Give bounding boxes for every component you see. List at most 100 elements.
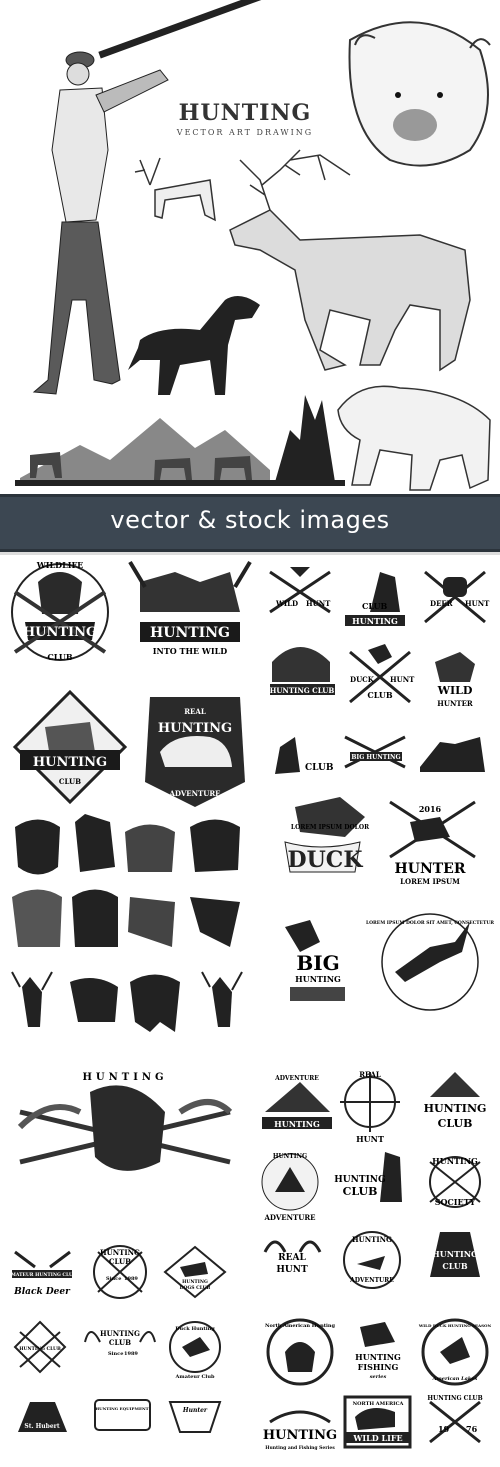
s3-duck-lorem: LOREM IPSUM DOLOR <box>291 824 370 831</box>
s2-label-9: CLUB <box>367 690 393 700</box>
s2-label-1: HUNT <box>306 599 331 608</box>
s4-label-5: CLUB <box>438 1117 473 1130</box>
s4-label-4: HUNTING <box>424 1102 487 1115</box>
s6-label-10: HUNTING CLUB <box>427 1395 482 1402</box>
bear-head-drawing <box>348 21 491 167</box>
badge4-real: REAL <box>184 707 206 716</box>
logo-deer-circle: LOREM IPSUM DOLOR SIT AMET, CONSECTETUR <box>366 913 494 1011</box>
s5-label-5: 1989 <box>124 1276 138 1282</box>
s6-label-0: North American Hunting <box>265 1323 336 1329</box>
logo-hunter-2016: 2016 HUNTER LOREM IPSUM <box>389 800 476 886</box>
leopard-head-icon <box>12 889 62 947</box>
polar-bear-drawing <box>337 385 491 491</box>
logo-north-american-hunting: North American Hunting <box>265 1318 336 1386</box>
s4-label-6: HUNTING <box>273 1153 307 1160</box>
logo-big-hunting: BIG HUNTING <box>344 735 406 769</box>
s5-label-7: DOGS CLUB <box>180 1285 211 1291</box>
s6-label-1: HUNTING <box>355 1352 401 1362</box>
deer-head-icon <box>11 971 53 1027</box>
s3-duck-title: DUCK <box>288 847 364 873</box>
s2-label-11: HUNTER <box>437 699 473 708</box>
badge-bear-adventure: REAL HUNTING ADVENTURE <box>145 697 245 807</box>
s5-label-13: Duck Hunting <box>175 1326 215 1332</box>
animal-heads-grid <box>11 814 243 1032</box>
s5-label-6: HUNTING <box>182 1279 208 1285</box>
badge4-title: HUNTING <box>158 721 232 736</box>
small-deer-drawing <box>134 157 216 222</box>
s5-label-12: 1989 <box>124 1351 138 1357</box>
badge2-title: HUNTING <box>150 625 230 641</box>
deer-head-2-icon <box>201 971 243 1027</box>
s4-label-1: HUNTING <box>274 1119 320 1129</box>
landscape-silhouette <box>15 395 345 486</box>
elk-drawing <box>229 149 471 372</box>
logo-wild-hunt: WILD HUNT <box>269 567 331 614</box>
boar-crest-title: HUNTING <box>82 1072 167 1083</box>
logo-hunters-silhouette <box>420 737 485 772</box>
s4-label-8: HUNTING <box>334 1175 385 1185</box>
section6-emblems: North American Hunting HUNTING FISHING s… <box>263 1318 492 1451</box>
logo-hunting-club-deer: HUNTING CLUB <box>430 1232 480 1277</box>
section1-badges: WILDLIFE HUNTING CLUB HUNTING INTO THE W… <box>11 560 252 807</box>
logo-hunter-cap: Hunter <box>168 1401 222 1433</box>
logo-real-hunt-antlers: REAL HUNT <box>263 1240 322 1275</box>
s5-label-4: Since <box>106 1276 121 1282</box>
s4-label-16: HUNTING <box>432 1249 478 1259</box>
rhino-head-icon <box>70 978 118 1022</box>
s2-label-5: HUNT <box>465 599 490 608</box>
dog-drawing <box>128 296 260 395</box>
s5-label-16: HUNTING EQUIPMENT <box>95 1406 148 1411</box>
s2-label-8: HUNT <box>390 675 415 684</box>
badge3-sub: CLUB <box>59 777 81 786</box>
s4-label-13: HUNT <box>276 1265 308 1275</box>
logo-hunting-dogs-club: HUNTING DOGS CLUB <box>163 1245 227 1299</box>
logo-hunting-club-hunter: HUNTING CLUB <box>334 1152 402 1202</box>
logo-collage: WILDLIFE HUNTING CLUB HUNTING INTO THE W… <box>0 552 500 1451</box>
badge2-sub: INTO THE WILD <box>153 646 228 656</box>
s3-consectetur: LOREM IPSUM DOLOR SIT AMET, CONSECTETUR <box>366 920 494 926</box>
s6-label-8: NORTH AMERICA <box>353 1401 404 1407</box>
bear-head-icon <box>72 889 118 947</box>
hero-panel: HUNTING VECTOR ART DRAWING <box>0 0 500 492</box>
divider-line <box>0 552 500 555</box>
s4-label-7: ADVENTURE <box>263 1213 315 1222</box>
s2-label-7: DUCK <box>350 675 375 684</box>
s4-label-10: HUNTING <box>432 1156 478 1166</box>
logo-hunting-club-mountain: HUNTING CLUB <box>424 1072 487 1130</box>
s3-hunter-lorem: LOREM IPSUM <box>400 877 460 886</box>
banner: vector & stock images <box>0 494 500 552</box>
s4-label-12: REAL <box>278 1253 306 1263</box>
logo-hunting-fishing: HUNTING FISHING series <box>355 1322 401 1380</box>
lion-head-icon <box>15 819 60 875</box>
logo-adventure-hunting: ADVENTURE HUNTING <box>262 1075 332 1129</box>
logo-big-hunting-bullets: BIG HUNTING <box>285 920 345 1001</box>
logo-hunting-adventure-2: HUNTING ADVENTURE <box>343 1231 401 1289</box>
s3-big-hunting: HUNTING <box>295 974 341 984</box>
hero-subtitle: VECTOR ART DRAWING <box>176 128 314 137</box>
logo-duck-amateur-club: Duck Hunting Amateur Club <box>169 1321 221 1380</box>
logo-wild-life: NORTH AMERICA WILD LIFE <box>343 1395 412 1449</box>
s2-label-10: WILD <box>437 684 473 697</box>
s6-label-12: 76 <box>466 1424 478 1434</box>
s5-label-3: CLUB <box>109 1257 131 1266</box>
badge-wildlife-club: WILDLIFE HUNTING CLUB <box>11 560 109 662</box>
badge-into-the-wild: HUNTING INTO THE WILD <box>128 560 252 656</box>
s4-label-3: HUNT <box>356 1134 384 1144</box>
badge-deer-diamond: HUNTING CLUB <box>12 689 128 805</box>
s5-label-1: Black Deer <box>13 1287 71 1297</box>
s5-label-0: AMATEUR HUNTING CLUB <box>6 1272 76 1278</box>
logo-black-deer: AMATEUR HUNTING CLUB Black Deer <box>6 1250 77 1297</box>
s5-label-17: Hunter <box>182 1407 208 1414</box>
s2-label-4: DEER <box>430 599 453 608</box>
eagle-head-right-icon <box>190 897 240 947</box>
s5-label-15: St. Hubert <box>24 1423 59 1430</box>
badge1-title: HUNTING <box>23 625 97 640</box>
logo-hunting-club-since: HUNTING CLUB Since 1989 <box>93 1245 147 1299</box>
s4-label-11: SOCIETY <box>435 1197 476 1207</box>
logo-duck-hunt: DUCK HUNT CLUB <box>349 644 415 704</box>
s6-label-7: Hunting and Fishing Series <box>265 1445 335 1451</box>
section4-club-logos: ADVENTURE HUNTING REAL HUNT HUNTING CLUB… <box>261 1070 487 1289</box>
s3-big: BIG <box>296 951 339 975</box>
s2-label-12: CLUB <box>305 763 334 773</box>
section2-small-logos: WILD HUNT CLUB HUNTING DEER HUNT HUNTING… <box>269 567 490 774</box>
